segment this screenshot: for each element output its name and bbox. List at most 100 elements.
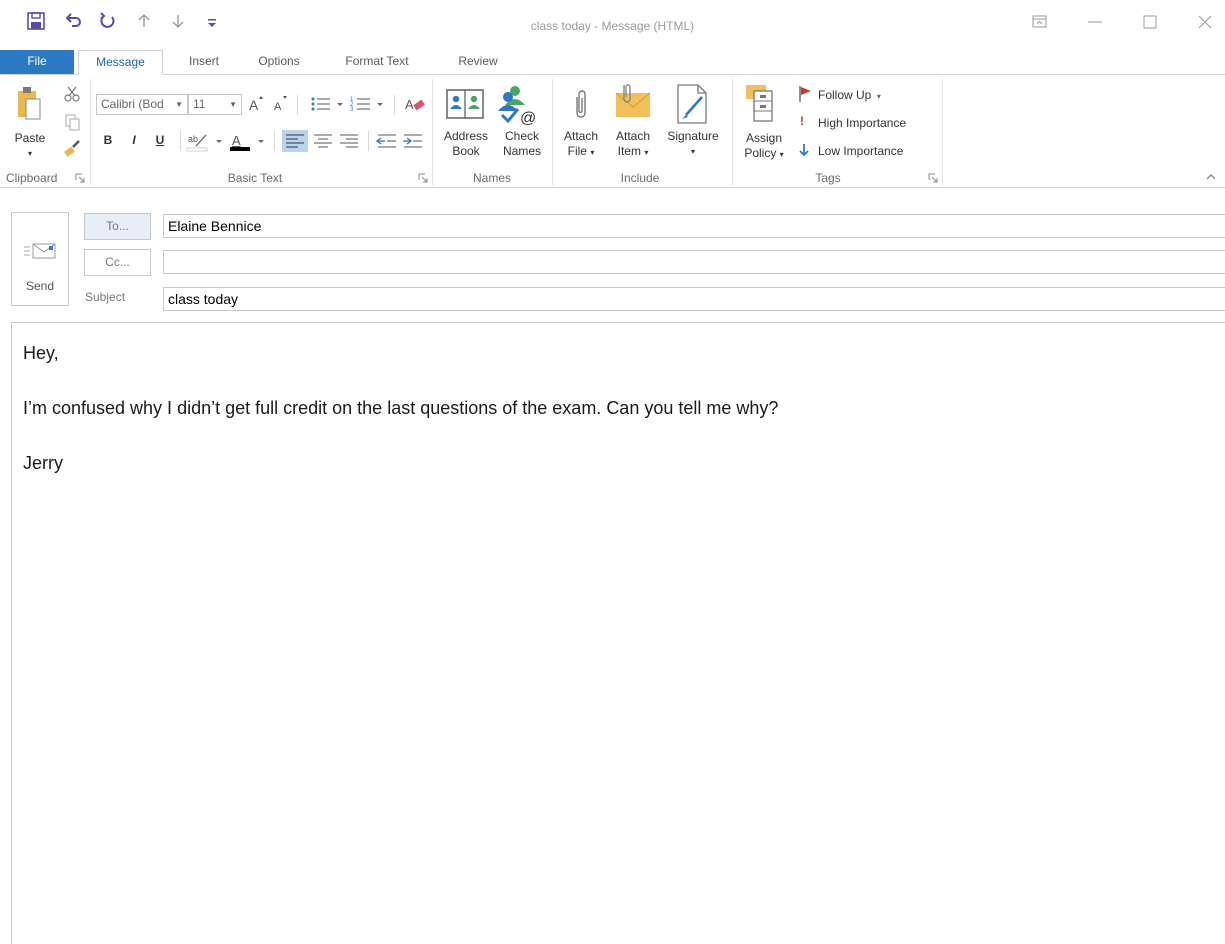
- bold-button[interactable]: B: [100, 133, 116, 147]
- high-importance-icon[interactable]: !: [800, 114, 804, 128]
- copy-icon[interactable]: [62, 113, 82, 131]
- align-center-icon[interactable]: [310, 130, 336, 152]
- paste-icon[interactable]: [12, 83, 52, 129]
- tags-launcher-icon[interactable]: [928, 173, 938, 183]
- paste-dropdown-icon[interactable]: ▾: [24, 147, 36, 161]
- align-left-icon[interactable]: [282, 130, 308, 152]
- subject-field[interactable]: class today: [163, 287, 1225, 311]
- divider: [394, 95, 395, 115]
- check-names-label-line1[interactable]: Check: [496, 129, 548, 143]
- cc-button[interactable]: Cc...: [84, 249, 151, 276]
- assign-policy-icon[interactable]: [742, 81, 782, 125]
- ribbon: Paste ▾ Clipboard Calibri (Bod ▼ 11 ▼ A …: [0, 74, 1225, 188]
- align-right-icon[interactable]: [336, 130, 362, 152]
- cut-icon[interactable]: [62, 85, 82, 103]
- svg-text:A: A: [405, 97, 414, 112]
- maximize-icon[interactable]: [1128, 8, 1172, 36]
- underline-button[interactable]: U: [152, 133, 168, 147]
- attach-item-label-line2[interactable]: Item ▾: [608, 144, 658, 160]
- group-separator: [552, 79, 553, 185]
- group-separator: [732, 79, 733, 185]
- address-book-label-line1[interactable]: Address: [436, 129, 496, 143]
- close-icon[interactable]: [1182, 8, 1225, 36]
- assign-policy-label-line1[interactable]: Assign: [738, 131, 790, 145]
- paste-label[interactable]: Paste: [8, 131, 52, 145]
- names-group-label: Names: [472, 171, 511, 185]
- attach-item-icon[interactable]: [612, 81, 654, 123]
- low-importance-arrow-icon[interactable]: [797, 142, 811, 158]
- divider: [180, 131, 181, 151]
- font-size-value: 11: [193, 97, 206, 111]
- message-greeting: Hey,: [23, 343, 59, 363]
- address-book-icon[interactable]: [444, 85, 486, 125]
- tab-review[interactable]: Review: [440, 50, 516, 75]
- clipboard-launcher-icon[interactable]: [75, 173, 85, 183]
- font-name-select[interactable]: Calibri (Bod ▼: [96, 94, 188, 115]
- group-separator: [942, 79, 943, 185]
- low-importance-label[interactable]: Low Importance: [818, 144, 903, 158]
- decrease-indent-icon[interactable]: [374, 130, 400, 152]
- address-book-label-line2[interactable]: Book: [436, 144, 496, 158]
- divider: [368, 131, 369, 151]
- attach-item-label-line1[interactable]: Attach: [608, 129, 658, 143]
- send-label: Send: [25, 279, 55, 293]
- font-color-icon[interactable]: A: [228, 130, 268, 152]
- assign-policy-label-line2[interactable]: Policy ▾: [738, 146, 790, 162]
- font-name-value: Calibri (Bod: [101, 97, 164, 111]
- cc-field[interactable]: [163, 250, 1225, 274]
- signature-label[interactable]: Signature: [660, 129, 726, 143]
- svg-text:A: A: [274, 101, 282, 113]
- message-signoff: Jerry: [23, 453, 63, 473]
- increase-indent-icon[interactable]: [400, 130, 426, 152]
- send-envelope-icon: [24, 243, 56, 259]
- signature-icon[interactable]: [672, 83, 712, 125]
- follow-up-flag-icon[interactable]: [798, 85, 814, 103]
- shrink-font-icon[interactable]: A: [270, 93, 290, 115]
- clear-formatting-icon[interactable]: A: [402, 93, 428, 115]
- svg-text:@: @: [520, 110, 536, 127]
- attach-file-label-line2[interactable]: File ▾: [558, 144, 604, 160]
- follow-up-label[interactable]: Follow Up ▾: [818, 88, 881, 102]
- tab-message[interactable]: Message: [78, 50, 163, 75]
- tab-insert[interactable]: Insert: [172, 50, 236, 75]
- format-painter-icon[interactable]: [62, 139, 82, 157]
- tab-format-text[interactable]: Format Text: [328, 50, 426, 75]
- to-button[interactable]: To...: [84, 213, 151, 240]
- divider: [297, 95, 298, 115]
- include-group-label: Include: [620, 171, 660, 185]
- check-names-label-line2[interactable]: Names: [496, 144, 548, 158]
- bullets-icon[interactable]: [308, 93, 348, 115]
- check-names-icon[interactable]: @: [498, 83, 542, 127]
- chevron-down-icon: ▼: [175, 100, 183, 109]
- send-button[interactable]: Send: [11, 212, 69, 306]
- high-importance-label[interactable]: High Importance: [818, 116, 906, 130]
- numbering-icon[interactable]: 1 2 3: [348, 93, 388, 115]
- group-separator: [432, 79, 433, 185]
- ribbon-display-options-icon[interactable]: [1017, 8, 1061, 36]
- tags-group-label: Tags: [815, 171, 841, 185]
- collapse-ribbon-icon[interactable]: [1205, 171, 1217, 183]
- minimize-icon[interactable]: [1073, 8, 1117, 36]
- italic-button[interactable]: I: [126, 133, 142, 147]
- message-body[interactable]: Hey, I’m confused why I didn’t get full …: [11, 322, 1225, 944]
- grow-font-icon[interactable]: A: [246, 93, 266, 115]
- subject-label: Subject: [85, 290, 126, 304]
- tab-file[interactable]: File: [0, 50, 74, 75]
- clipboard-group-label: Clipboard: [6, 171, 58, 185]
- svg-text:A: A: [249, 97, 259, 113]
- to-field[interactable]: Elaine Bennice: [163, 214, 1225, 238]
- svg-text:ab: ab: [188, 134, 198, 144]
- group-separator: [90, 79, 91, 185]
- basic-text-launcher-icon[interactable]: [418, 173, 428, 183]
- attach-file-label-line1[interactable]: Attach: [558, 129, 604, 143]
- svg-text:A: A: [232, 133, 241, 148]
- message-paragraph: I’m confused why I didn’t get full credi…: [23, 398, 779, 418]
- divider: [274, 131, 275, 151]
- svg-text:3: 3: [350, 107, 354, 113]
- chevron-down-icon: ▼: [229, 100, 237, 109]
- text-highlight-icon[interactable]: ab: [186, 130, 226, 152]
- tab-options[interactable]: Options: [244, 50, 314, 75]
- signature-dropdown-icon[interactable]: ▾: [686, 145, 700, 159]
- font-size-select[interactable]: 11 ▼: [188, 94, 242, 115]
- attach-file-icon[interactable]: [570, 87, 592, 123]
